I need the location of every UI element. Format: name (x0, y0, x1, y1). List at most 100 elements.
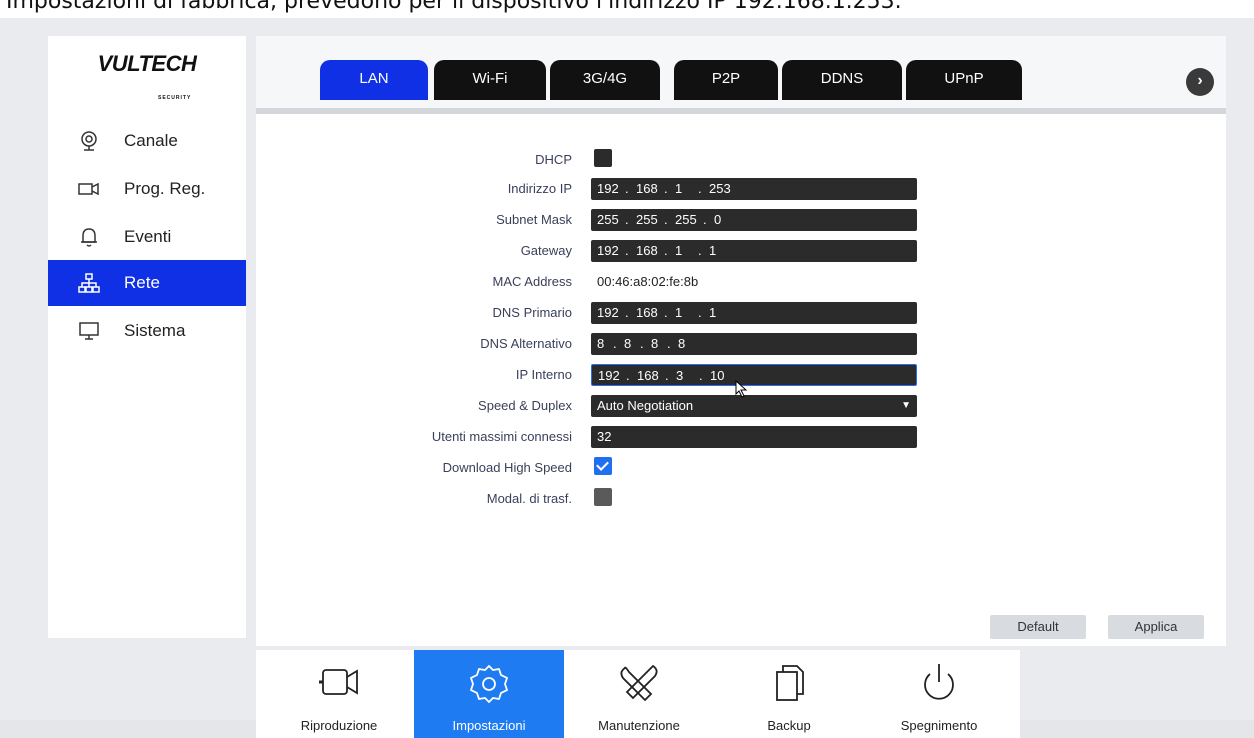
dns-primary-label: DNS Primario (492, 305, 572, 320)
gateway-octet[interactable]: 168 (636, 240, 658, 262)
dock-label: Manutenzione (598, 718, 680, 733)
gateway-field[interactable]: 192 . 168 . 1 . 1 (591, 240, 917, 262)
max-users-row: Utenti massimi connessi 32 (256, 425, 1226, 449)
network-settings-panel: LAN Wi-Fi 3G/4G P2P DDNS UPnP › DHCP Ind… (256, 36, 1226, 646)
dock-spegnimento[interactable]: Spegnimento (864, 650, 1014, 738)
ip-octet[interactable]: 1 (675, 178, 682, 200)
caption-text: Impostazioni di fabbrica, prevedono per … (0, 0, 1254, 18)
subnet-octet[interactable]: 255 (636, 209, 658, 231)
gateway-octet[interactable]: 1 (709, 240, 716, 262)
apply-button[interactable]: Applica (1108, 615, 1204, 639)
dns-octet[interactable]: 1 (709, 302, 716, 324)
internal-octet[interactable]: 10 (710, 365, 724, 387)
gateway-octet[interactable]: 192 (597, 240, 619, 262)
camera-icon (78, 130, 112, 152)
dhcp-checkbox[interactable] (594, 149, 612, 167)
sidebar-item-label: Prog. Reg. (124, 179, 206, 198)
dock-backup[interactable]: Backup (714, 650, 864, 738)
internal-octet[interactable]: 192 (598, 365, 620, 387)
subnet-label: Subnet Mask (496, 212, 572, 227)
gateway-row: Gateway 192 . 168 . 1 . 1 (256, 239, 1226, 263)
download-high-speed-checkbox[interactable] (594, 457, 612, 475)
ip-label: Indirizzo IP (507, 181, 572, 196)
octet-separator: . (665, 368, 669, 383)
tab-bar: LAN Wi-Fi 3G/4G P2P DDNS UPnP › (256, 36, 1226, 114)
tab-p2p[interactable]: P2P (674, 60, 778, 100)
power-icon (864, 662, 1014, 706)
playback-camera-icon (264, 662, 414, 706)
sidebar-item-rete[interactable]: Rete (48, 260, 246, 306)
subnet-mask-field[interactable]: 255 . 255 . 255 . 0 (591, 209, 917, 231)
tab-lan[interactable]: LAN (320, 60, 428, 100)
tab-3g4g[interactable]: 3G/4G (550, 60, 660, 100)
subnet-octet[interactable]: 255 (597, 209, 619, 231)
sidebar-item-sistema[interactable]: Sistema (48, 308, 246, 354)
octet-separator: . (626, 368, 630, 383)
dns-octet[interactable]: 168 (636, 302, 658, 324)
dhcp-row: DHCP (256, 148, 1226, 172)
dns-alternative-field[interactable]: 8 . 8 . 8 . 8 (591, 333, 917, 355)
octet-separator: . (703, 212, 707, 227)
ip-address-field[interactable]: 192 . 168 . 1 . 253 (591, 178, 917, 200)
dns-octet[interactable]: 8 (624, 333, 631, 355)
chevron-down-icon: ▼ (901, 400, 911, 411)
settings-gear-icon (414, 662, 564, 706)
dock-manutenzione[interactable]: Manutenzione (564, 650, 714, 738)
dns-octet[interactable]: 8 (651, 333, 658, 355)
sidebar-item-canale[interactable]: Canale (48, 118, 246, 164)
tools-icon (564, 662, 714, 706)
gateway-octet[interactable]: 1 (675, 240, 682, 262)
mouse-cursor-icon (735, 380, 748, 398)
default-button[interactable]: Default (990, 615, 1086, 639)
subnet-octet[interactable]: 0 (714, 209, 721, 231)
internal-octet[interactable]: 3 (676, 365, 683, 387)
sidebar-item-label: Canale (124, 131, 178, 150)
octet-separator: . (613, 336, 617, 351)
sidebar-item-label: Sistema (124, 321, 186, 340)
logo-text: VULTECH (97, 51, 197, 76)
speed-duplex-label: Speed & Duplex (478, 398, 572, 413)
dock-label: Impostazioni (452, 718, 526, 733)
next-tabs-button[interactable]: › (1186, 68, 1214, 96)
ip-octet[interactable]: 192 (597, 178, 619, 200)
octet-separator: . (698, 243, 702, 258)
internal-ip-field[interactable]: 192 . 168 . 3 . 10 (591, 364, 917, 386)
dock-riproduzione[interactable]: Riproduzione (264, 650, 414, 738)
dns-octet[interactable]: 8 (678, 333, 685, 355)
vultech-logo: VULTECH SECURITY (48, 44, 246, 101)
tab-wifi[interactable]: Wi-Fi (434, 60, 546, 100)
sidebar-item-eventi[interactable]: Eventi (48, 214, 246, 260)
sidebar-item-label: Rete (124, 273, 160, 292)
speed-duplex-value: Auto Negotiation (597, 398, 694, 413)
dock-impostazioni[interactable]: Impostazioni (414, 650, 564, 738)
bell-icon (78, 226, 112, 248)
monitor-icon (78, 320, 112, 342)
subnet-octet[interactable]: 255 (675, 209, 697, 231)
dns-octet[interactable]: 192 (597, 302, 619, 324)
dock-label: Backup (767, 718, 811, 733)
octet-separator: . (625, 243, 629, 258)
dvr-screen: VULTECH SECURITY Canale Prog. Reg. Event… (0, 18, 1254, 738)
octet-separator: . (699, 368, 703, 383)
dns-octet[interactable]: 1 (675, 302, 682, 324)
dns-alternative-row: DNS Alternativo 8 . 8 . 8 . 8 (256, 332, 1226, 356)
max-users-field[interactable]: 32 (591, 426, 917, 448)
tab-upnp[interactable]: UPnP (906, 60, 1022, 100)
ip-row: Indirizzo IP 192 . 168 . 1 . 253 (256, 177, 1226, 201)
bottom-dock: Riproduzione Impostazioni Manutenzione B… (256, 650, 1020, 738)
download-high-speed-label: Download High Speed (442, 460, 572, 475)
tab-ddns[interactable]: DDNS (782, 60, 902, 100)
chevron-right-icon: › (1197, 72, 1203, 89)
sidebar-item-prog-reg[interactable]: Prog. Reg. (48, 166, 246, 212)
internal-octet[interactable]: 168 (637, 365, 659, 387)
ip-octet[interactable]: 253 (709, 178, 731, 200)
mac-label: MAC Address (492, 274, 572, 289)
transfer-mode-checkbox[interactable] (594, 488, 612, 506)
ip-octet[interactable]: 168 (636, 178, 658, 200)
octet-separator: . (625, 181, 629, 196)
dns-primary-field[interactable]: 192 . 168 . 1 . 1 (591, 302, 917, 324)
speed-duplex-select[interactable]: Auto Negotiation ▼ (591, 395, 917, 417)
network-icon (78, 272, 112, 294)
dns-octet[interactable]: 8 (597, 333, 604, 355)
octet-separator: . (664, 181, 668, 196)
